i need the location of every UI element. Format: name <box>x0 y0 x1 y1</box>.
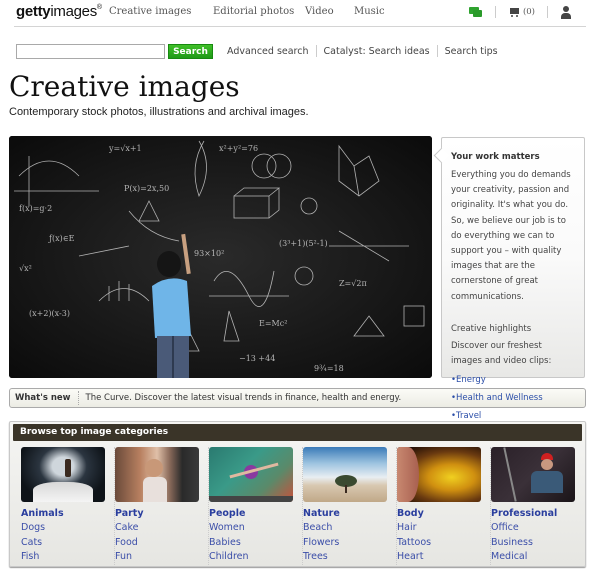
category-link[interactable]: Women <box>209 521 302 536</box>
search-button[interactable]: Search <box>168 44 213 59</box>
search-tips-link[interactable]: Search tips <box>445 46 498 57</box>
category-link[interactable]: Business <box>491 536 585 551</box>
category-animals: Animals Dogs Cats Fish <box>21 447 115 565</box>
svg-text:x²+y²=76: x²+y²=76 <box>219 144 258 153</box>
category-link[interactable]: Cake <box>115 521 208 536</box>
svg-text:√x²: √x² <box>19 264 32 273</box>
category-link[interactable]: Flowers <box>303 536 396 551</box>
creative-highlights-body: Discover our freshest images and video c… <box>451 340 552 367</box>
whats-new-link[interactable]: The Curve. Discover the latest visual tr… <box>79 393 402 403</box>
gettyimages-logo[interactable]: gettyimages® <box>16 3 102 20</box>
svg-text:y=√x+1: y=√x+1 <box>108 144 142 153</box>
page-subtitle: Contemporary stock photos, illustrations… <box>9 106 309 118</box>
category-thumbnail-nature[interactable] <box>303 447 387 502</box>
side-info-panel: Your work matters Everything you do dema… <box>441 137 585 378</box>
category-link[interactable]: Office <box>491 521 585 536</box>
catalyst-search-ideas-link[interactable]: Catalyst: Search ideas <box>324 46 430 57</box>
svg-text:Z=√2π: Z=√2π <box>339 279 367 288</box>
category-link[interactable]: Fun <box>115 550 208 565</box>
svg-text:f(x)=g·2: f(x)=g·2 <box>19 204 52 213</box>
category-thumbnail-animals[interactable] <box>21 447 105 502</box>
category-link[interactable]: Food <box>115 536 208 551</box>
svg-text:P(x)=2x,50: P(x)=2x,50 <box>124 184 169 193</box>
category-title-party[interactable]: Party <box>115 506 208 521</box>
nav-icons: (0) <box>468 4 572 20</box>
side-panel-title: Your work matters <box>451 152 540 162</box>
category-thumbnail-professional[interactable] <box>491 447 575 502</box>
link-divider <box>436 45 438 57</box>
category-link[interactable]: Babies <box>209 536 302 551</box>
svg-text:−13 +44: −13 +44 <box>239 354 275 363</box>
nav-creative-images[interactable]: Creative images <box>109 6 191 17</box>
cart-icon <box>508 7 520 18</box>
highlight-link-travel[interactable]: •Travel <box>451 411 481 421</box>
svg-text:(3³+1)(5²-1): (3³+1)(5²-1) <box>279 239 328 248</box>
category-link[interactable]: Hair <box>397 521 490 536</box>
chat-icon[interactable] <box>468 6 483 18</box>
nav-video[interactable]: Video <box>305 6 334 17</box>
category-title-body[interactable]: Body <box>397 506 490 521</box>
category-title-nature[interactable]: Nature <box>303 506 396 521</box>
category-link[interactable]: Tattoos <box>397 536 490 551</box>
browse-categories-heading: Browse top image categories <box>13 424 582 441</box>
category-link[interactable]: Children <box>209 550 302 565</box>
category-link[interactable]: Fish <box>21 550 114 565</box>
logo-bold-text: getty <box>16 3 51 20</box>
whats-new-label: What's new <box>10 391 79 405</box>
category-link[interactable]: Beach <box>303 521 396 536</box>
category-link[interactable]: Dogs <box>21 521 114 536</box>
nav-divider <box>494 6 496 18</box>
logo-light-text: images <box>50 3 97 20</box>
category-link[interactable]: Heart <box>397 550 490 565</box>
category-title-animals[interactable]: Animals <box>21 506 114 521</box>
search-input[interactable] <box>16 44 165 59</box>
category-row: Animals Dogs Cats Fish Party Cake Food F… <box>10 441 585 565</box>
category-professional: Professional Office Business Medical <box>491 447 585 565</box>
page-title: Creative images <box>9 70 240 103</box>
category-title-professional[interactable]: Professional <box>491 506 585 521</box>
category-link[interactable]: Cats <box>21 536 114 551</box>
highlight-link-health-and-wellness[interactable]: •Health and Wellness <box>451 393 543 403</box>
svg-text:E=Mc²: E=Mc² <box>259 319 287 328</box>
cart-button[interactable]: (0) <box>508 7 535 18</box>
nav-music[interactable]: Music <box>354 6 385 17</box>
svg-text:ƒ(x)∈E: ƒ(x)∈E <box>48 234 75 243</box>
category-nature: Nature Beach Flowers Trees <box>303 447 397 565</box>
browse-categories-panel: Browse top image categories Animals Dogs… <box>9 421 586 567</box>
svg-text:9¾=18: 9¾=18 <box>314 364 344 373</box>
chalkboard-illustration: y=√x+1 P(x)=2x,50 x²+y²=76 f(x)=g·2 ƒ(x)… <box>9 136 432 378</box>
advanced-search-link[interactable]: Advanced search <box>227 46 309 57</box>
category-link[interactable]: Medical <box>491 550 585 565</box>
hero-image[interactable]: y=√x+1 P(x)=2x,50 x²+y²=76 f(x)=g·2 ƒ(x)… <box>9 136 432 378</box>
category-people: People Women Babies Children <box>209 447 303 565</box>
cart-count: (0) <box>522 7 535 17</box>
category-title-people[interactable]: People <box>209 506 302 521</box>
nav-divider <box>547 6 548 18</box>
side-panel-body: Everything you do demands your creativit… <box>451 170 571 302</box>
category-thumbnail-people[interactable] <box>209 447 293 502</box>
category-body: Body Hair Tattoos Heart <box>397 447 491 565</box>
nav-editorial-photos[interactable]: Editorial photos <box>213 6 294 17</box>
user-icon[interactable] <box>560 5 572 19</box>
logo-registered-mark: ® <box>96 4 102 11</box>
category-party: Party Cake Food Fun <box>115 447 209 565</box>
search-links: Advanced search Catalyst: Search ideas S… <box>227 45 498 57</box>
top-nav: gettyimages® Creative images Editorial p… <box>14 0 586 27</box>
category-thumbnail-body[interactable] <box>397 447 481 502</box>
svg-text:93×10²: 93×10² <box>194 249 224 258</box>
link-divider <box>315 45 317 57</box>
svg-text:(x+2)(x-3): (x+2)(x-3) <box>29 309 70 318</box>
category-link[interactable]: Trees <box>303 550 396 565</box>
creative-highlights-heading: Creative highlights <box>451 323 532 334</box>
highlight-link-energy[interactable]: •Energy <box>451 375 486 385</box>
category-thumbnail-party[interactable] <box>115 447 199 502</box>
